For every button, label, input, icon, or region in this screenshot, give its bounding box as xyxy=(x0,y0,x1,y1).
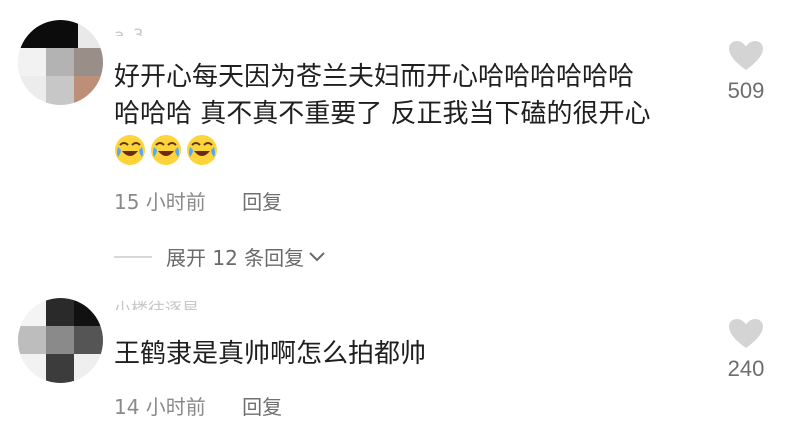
timestamp: 15 小时前 xyxy=(114,190,206,214)
like-count: 509 xyxy=(727,78,765,103)
chevron-down-icon xyxy=(309,251,325,261)
comment-text-line: 好开心每天因为苍兰夫妇而开心哈哈哈哈哈哈 xyxy=(114,62,635,92)
comment-item: 小楼往逐星 王鹤隶是真帅啊怎么拍都帅 14 小时前 回复 240 xyxy=(0,290,800,428)
reply-button[interactable]: 回复 xyxy=(242,391,282,420)
laugh-cry-emoji-icon xyxy=(115,135,145,165)
comment-text: 王鹤隶是真帅啊怎么拍都帅 xyxy=(114,336,426,373)
avatar[interactable] xyxy=(18,20,103,105)
expand-replies-button[interactable]: 展开 12 条回复 xyxy=(114,242,326,271)
divider-line xyxy=(114,255,152,258)
username[interactable]: a_3 xyxy=(114,22,144,36)
like-button[interactable]: 509 xyxy=(716,40,776,104)
timestamp: 14 小时前 xyxy=(114,395,206,419)
like-count: 240 xyxy=(727,356,765,381)
heart-icon xyxy=(729,41,763,70)
comment-meta: 14 小时前 回复 xyxy=(114,391,282,420)
comment-text: 好开心每天因为苍兰夫妇而开心哈哈哈哈哈哈 哈哈哈 真不真不重要了 反正我当下磕的… xyxy=(114,59,651,133)
comment-item: a_3 好开心每天因为苍兰夫妇而开心哈哈哈哈哈哈 哈哈哈 真不真不重要了 反正我… xyxy=(0,0,800,290)
comment-text-line: 哈哈哈 真不真不重要了 反正我当下磕的很开心 xyxy=(114,99,651,129)
comment-text-line: 王鹤隶是真帅啊怎么拍都帅 xyxy=(114,339,427,369)
like-button[interactable]: 240 xyxy=(716,318,776,382)
emoji-row xyxy=(114,134,218,166)
laugh-cry-emoji-icon xyxy=(151,135,181,165)
reply-button[interactable]: 回复 xyxy=(242,186,282,215)
expand-replies-label: 展开 12 条回复 xyxy=(166,246,305,270)
username[interactable]: 小楼往逐星 xyxy=(114,296,199,310)
avatar[interactable] xyxy=(18,298,103,383)
comment-meta: 15 小时前 回复 xyxy=(114,186,282,215)
heart-icon xyxy=(729,319,763,348)
laugh-cry-emoji-icon xyxy=(187,135,217,165)
